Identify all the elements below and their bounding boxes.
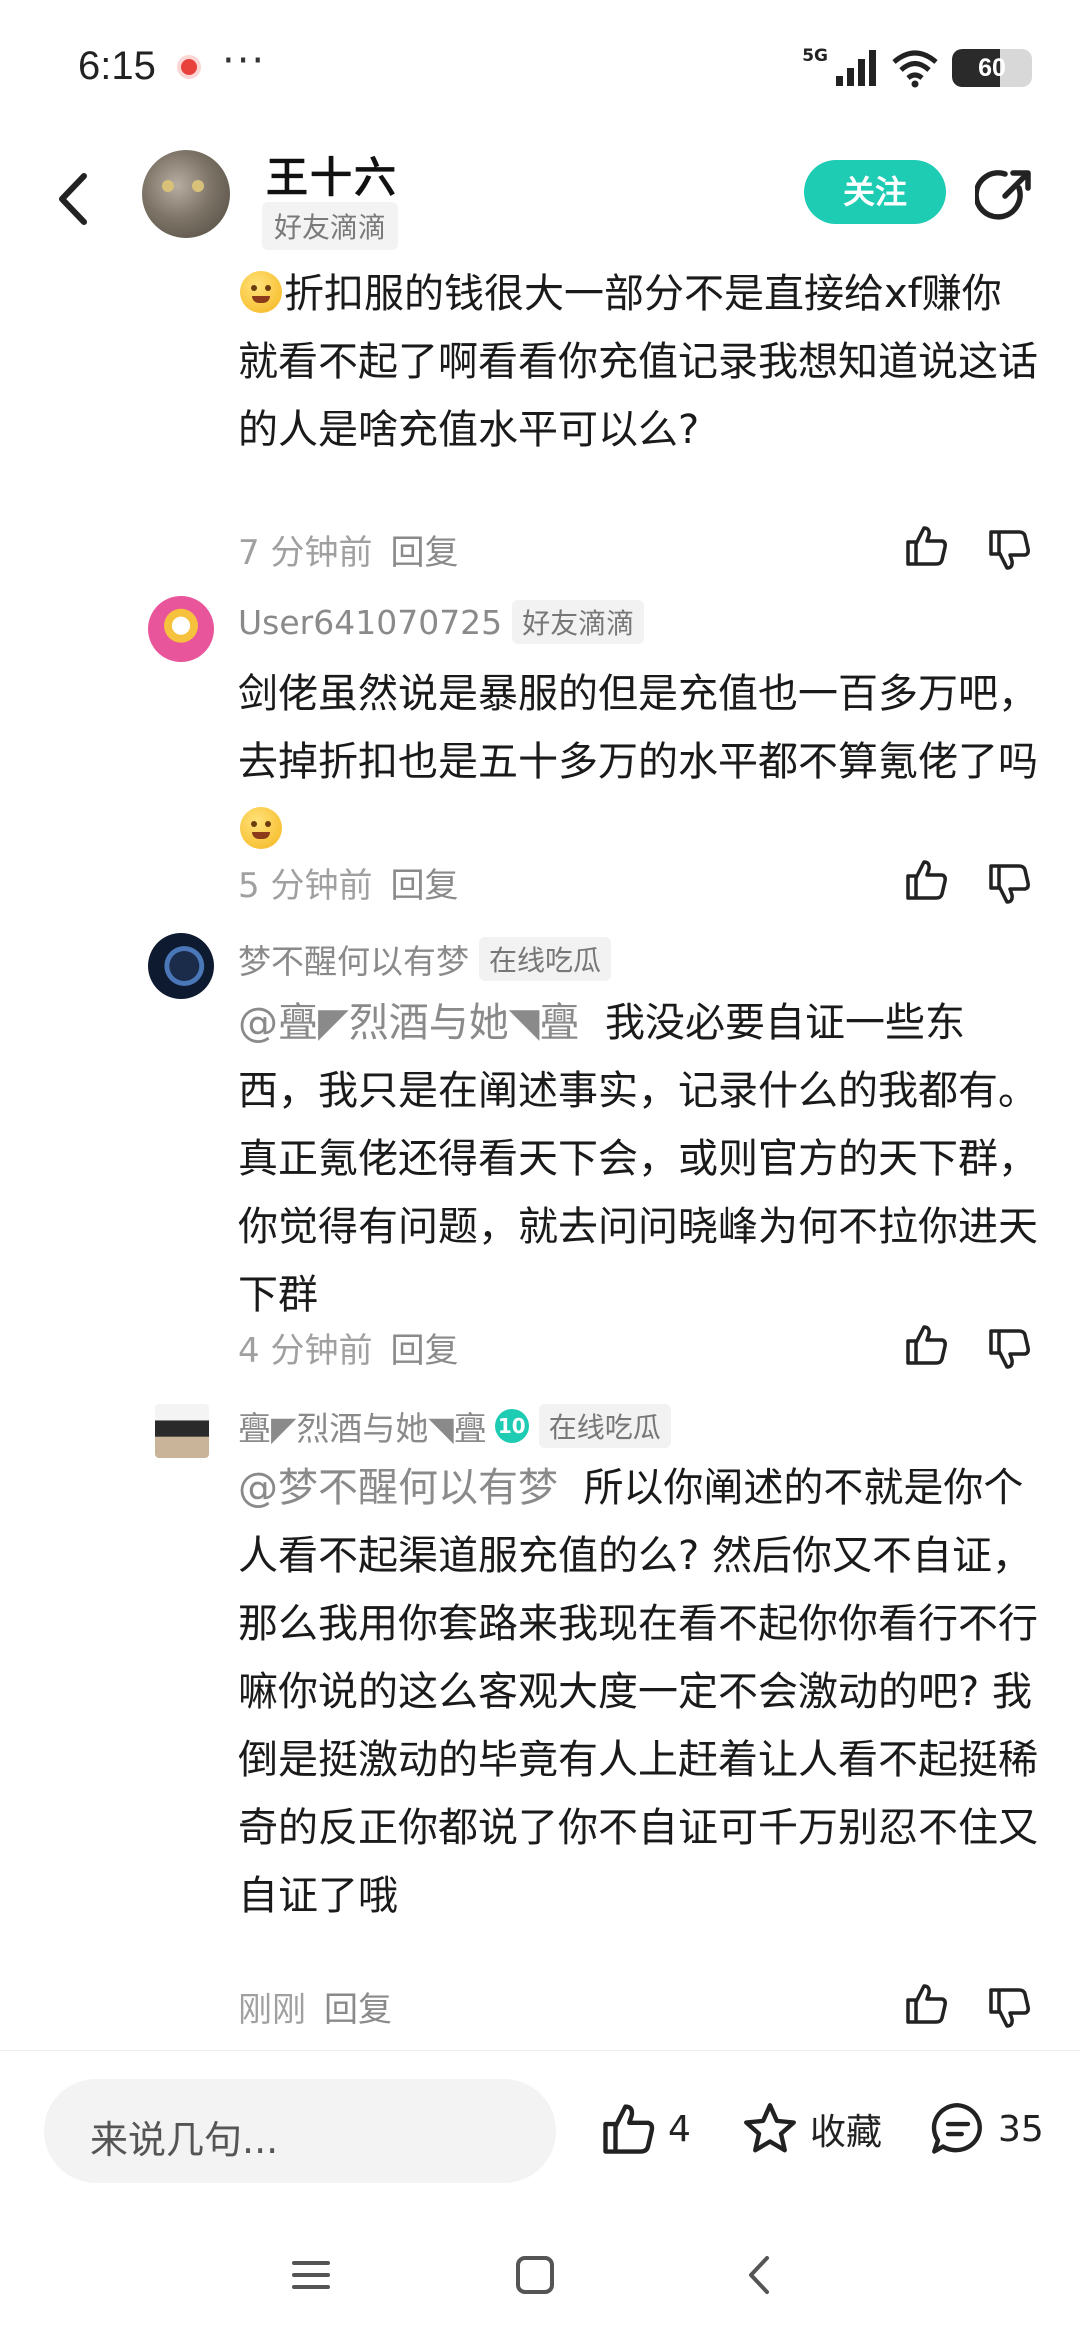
reply-button[interactable]: 回复 <box>390 866 458 906</box>
star-icon <box>744 2103 796 2153</box>
thumbs-up-icon[interactable] <box>902 856 950 904</box>
smile-emoji-icon <box>240 807 282 849</box>
comment-username-row: 亹◤烈酒与她◥亹 10 在线吃瓜 <box>238 1402 671 1450</box>
comment-bubble-icon <box>931 2103 982 2154</box>
status-icons: 5G 60 <box>802 44 1032 92</box>
network-type: 5G <box>802 46 828 66</box>
bottom-action-bar: 来说几句... 4 收藏 35 <box>0 2050 1080 2221</box>
reply-button[interactable]: 回复 <box>390 1331 458 1371</box>
comment-text-body: 我没必要自证一些东西，我只是在阐述事实，记录什么的我都有。真正氪佬还得看天下会，… <box>238 1000 1038 1318</box>
mention-link[interactable]: @亹◤烈酒与她◥亹 <box>238 1000 580 1046</box>
comment-text: @梦不醒何以有梦 所以你阐述的不就是你个人看不起渠道服充值的么? 然后你又不自证… <box>238 1454 1038 1930</box>
user-avatar[interactable] <box>148 933 214 999</box>
user-tag: 在线吃瓜 <box>538 1404 671 1448</box>
battery-icon: 60 <box>952 49 1032 87</box>
comment-username-row: 梦不醒何以有梦 在线吃瓜 <box>238 935 612 983</box>
thumbs-up-icon <box>603 2104 655 2154</box>
back-arrow-icon[interactable] <box>44 164 104 234</box>
status-bar: 6:15 ··· 5G 60 <box>0 0 1080 130</box>
like-count: 4 <box>668 2108 691 2150</box>
battery-percent: 60 <box>978 54 1006 82</box>
comment-username[interactable]: 亹◤烈酒与她◥亹 <box>238 1402 487 1450</box>
favorite-button[interactable]: 收藏 <box>740 2099 882 2159</box>
user-avatar[interactable] <box>155 1404 209 1458</box>
user-tag: 在线吃瓜 <box>479 937 612 981</box>
comment-text-body: 折扣服的钱很大一部分不是直接给xf赚你就看不起了啊看看你充值记录我想知道说这话的… <box>238 271 1038 453</box>
like-button[interactable]: 4 <box>598 2099 691 2159</box>
follow-button[interactable]: 关注 <box>804 160 946 224</box>
thumbs-up-icon[interactable] <box>902 1321 950 1369</box>
share-icon[interactable] <box>975 166 1035 226</box>
comment-meta: 5 分钟前 回复 <box>238 858 458 907</box>
comment-text: 折扣服的钱很大一部分不是直接给xf赚你就看不起了啊看看你充值记录我想知道说这话的… <box>238 260 1038 464</box>
comment-meta: 7 分钟前 回复 <box>238 525 458 574</box>
author-tag: 好友滴滴 <box>262 202 399 250</box>
comment-time: 5 分钟前 <box>238 866 373 906</box>
notification-dot-icon <box>181 59 197 75</box>
thumbs-down-icon[interactable] <box>985 526 1033 574</box>
user-avatar[interactable] <box>148 596 214 662</box>
thumbs-down-icon[interactable] <box>985 1325 1033 1373</box>
post-header: 王十六 好友滴滴 关注 <box>0 140 1080 260</box>
home-icon[interactable] <box>510 2250 560 2300</box>
menu-icon[interactable] <box>286 2250 336 2300</box>
thumbs-down-icon[interactable] <box>985 1984 1033 2032</box>
thumbs-up-icon[interactable] <box>902 522 950 570</box>
comment-time: 4 分钟前 <box>238 1331 373 1371</box>
user-tag: 好友滴滴 <box>512 600 645 644</box>
favorite-label: 收藏 <box>810 2112 883 2153</box>
wifi-icon <box>892 50 938 88</box>
comment-input-placeholder: 来说几句... <box>90 2118 279 2162</box>
system-nav-bar <box>0 2220 1080 2339</box>
author-name[interactable]: 王十六 <box>266 144 398 205</box>
comment-count: 35 <box>998 2108 1044 2150</box>
comment-username[interactable]: User641070725 <box>238 603 502 642</box>
comment-text-body: 剑佬虽然说是暴服的但是充值也一百多万吧，去掉折扣也是五十多万的水平都不算氪佬了吗 <box>238 671 1038 785</box>
comment-button[interactable]: 35 <box>928 2099 1044 2159</box>
comment-meta: 4 分钟前 回复 <box>238 1323 458 1372</box>
thumbs-down-icon[interactable] <box>985 860 1033 908</box>
grin-emoji-icon <box>240 271 282 313</box>
signal-icon <box>836 50 876 86</box>
author-avatar[interactable] <box>142 150 230 238</box>
status-time: 6:15 <box>78 44 156 88</box>
reply-button[interactable]: 回复 <box>390 533 458 573</box>
more-notifications-icon: ··· <box>222 38 267 84</box>
comment-time: 刚刚 <box>238 1990 306 2030</box>
comment-input[interactable]: 来说几句... <box>44 2079 556 2183</box>
comment-text: 剑佬虽然说是暴服的但是充值也一百多万吧，去掉折扣也是五十多万的水平都不算氪佬了吗 <box>238 660 1038 864</box>
reply-button[interactable]: 回复 <box>324 1990 392 2030</box>
comment-username[interactable]: 梦不醒何以有梦 <box>238 935 469 983</box>
mention-link[interactable]: @梦不醒何以有梦 <box>238 1465 558 1511</box>
comment-username-row: User641070725 好友滴滴 <box>238 600 645 644</box>
comment-text-body: 所以你阐述的不就是你个人看不起渠道服充值的么? 然后你又不自证，那么我用你套路来… <box>238 1465 1038 1919</box>
level-badge: 10 <box>494 1409 529 1443</box>
comment-meta: 刚刚 回复 <box>238 1982 392 2031</box>
back-icon[interactable] <box>735 2250 785 2300</box>
comment-time: 7 分钟前 <box>238 533 373 573</box>
comment-text: @亹◤烈酒与她◥亹 我没必要自证一些东西，我只是在阐述事实，记录什么的我都有。真… <box>238 989 1038 1329</box>
thumbs-up-icon[interactable] <box>902 1980 950 2028</box>
